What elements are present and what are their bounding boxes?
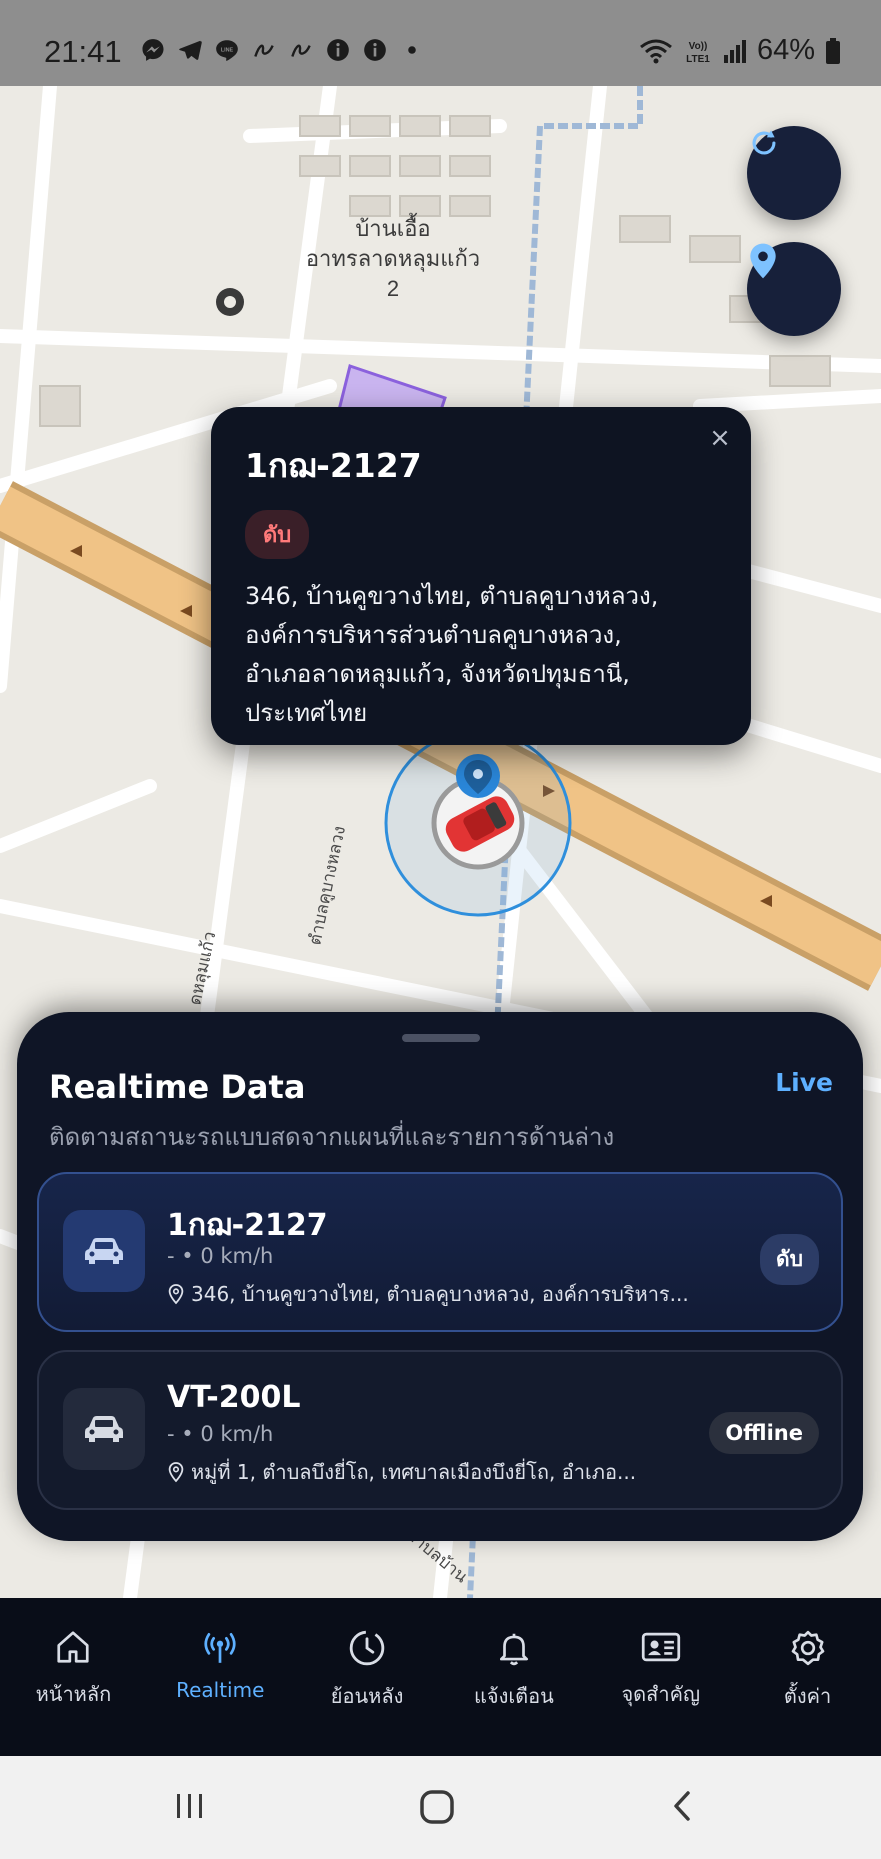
vehicle-status-badge: Offline [709,1412,819,1454]
nav-item-alerts[interactable]: แจ้งเตือน [440,1598,587,1756]
locate-button[interactable] [747,242,841,336]
status-bar: 21:41 LINE Vo)) LTE1 64% [0,0,881,86]
close-icon: × [709,423,731,453]
nav-label: Realtime [176,1678,265,1702]
popup-close-button[interactable]: × [703,421,737,455]
broadcast-icon [204,1632,236,1663]
info-icon [327,39,349,61]
sheet-subtitle: ติดตามสถานะรถแบบสดจากแผนที่และรายการด้าน… [49,1123,615,1151]
nav-label: ตั้งค่า [783,1684,832,1708]
refresh-icon [752,130,776,155]
info-icon [364,39,386,61]
popup-status-badge: ดับ [245,510,310,559]
vehicle-card[interactable]: VT-200L - • 0 km/h หมู่ที่ 1, ตำบลบึงยี่… [37,1350,843,1510]
sheet-drag-handle[interactable] [402,1034,480,1042]
location-pin-icon [168,1462,184,1483]
vehicle-card[interactable]: 1กฌ-2127 - • 0 km/h 346, บ้านคูขวางไทย, … [37,1172,843,1332]
dot-icon [408,46,416,54]
sheet-title: Realtime Data [49,1068,306,1106]
home-icon [57,1631,90,1663]
messenger-icon [142,39,164,61]
history-icon [349,1630,385,1666]
popup-address: 346, บ้านคูขวางไทย, ตำบลคูบางหลวง, องค์ก… [245,577,717,733]
battery-icon [826,37,840,64]
live-indicator: Live [775,1068,833,1097]
popup-address-line: องค์การบริหารส่วนตำบลคูบางหลวง, [245,621,622,649]
popup-address-line: ประเทศไทย [245,699,368,727]
id-card-icon [641,1632,680,1662]
nav-item-history[interactable]: ย้อนหลัง [294,1598,441,1756]
nav-item-realtime[interactable]: Realtime [147,1598,294,1756]
notification-icons: LINE [140,37,425,63]
nav-item-settings[interactable]: ตั้งค่า [734,1598,881,1756]
realtime-sheet: Realtime Data Live ติดตามสถานะรถแบบสดจาก… [17,1012,863,1541]
recents-icon[interactable] [172,1788,208,1824]
refresh-button[interactable] [747,126,841,220]
line-icon: LINE [216,40,238,61]
app-icon [254,44,274,57]
map-label-building-3: 2 [387,276,399,301]
vehicle-address: 346, บ้านคูขวางไทย, ตำบลคูบางหลวง, องค์ก… [167,1278,689,1310]
car-icon [85,1238,123,1264]
vehicle-speed: - • 0 km/h [167,1422,274,1446]
nav-item-places[interactable]: จุดสำคัญ [587,1598,734,1756]
map-label-building-2: อาทรลาดหลุมแก้ว [306,246,480,272]
vehicle-status-badge: ดับ [760,1234,819,1285]
vehicle-name: VT-200L [167,1380,301,1415]
svg-text:Vo)): Vo)) [689,41,708,52]
map-label-road-1: ตำบลคูบางหลวง [305,824,350,947]
nav-label: หน้าหลัก [35,1682,112,1706]
app-icon [291,44,311,57]
status-right: Vo)) LTE1 64% [639,34,841,67]
vehicle-speed: - • 0 km/h [167,1244,274,1268]
svg-text:LINE: LINE [221,48,234,54]
volte-icon: Vo)) LTE1 [686,41,710,65]
popup-title: 1กฌ-2127 [245,446,422,485]
signal-icon [723,39,746,63]
map-label-building-1: บ้านเอื้อ [355,213,430,241]
location-pin-icon [750,243,776,279]
gear-icon [791,1630,824,1666]
vehicle-icon-box [63,1388,145,1470]
vehicle-icon-box [63,1210,145,1292]
vehicle-name: 1กฌ-2127 [167,1208,328,1243]
location-pin-icon [168,1284,184,1305]
back-icon[interactable] [668,1788,698,1824]
bottom-nav: หน้าหลัก Realtime ย้อนหลัง แจ้งเตือน จุด… [0,1598,881,1756]
nav-label: ย้อนหลัง [330,1684,404,1708]
home-circle-icon[interactable] [418,1788,456,1826]
nav-label: จุดสำคัญ [621,1682,701,1706]
battery-percent: 64% [756,34,815,66]
popup-address-line: 346, บ้านคูขวางไทย, ตำบลคูบางหลวง, [245,582,659,610]
vehicle-popup: × 1กฌ-2127 ดับ 346, บ้านคูขวางไทย, ตำบลค… [211,407,751,745]
telegram-icon [179,40,202,60]
system-nav-bar [0,1756,881,1859]
nav-label: แจ้งเตือน [473,1684,554,1708]
vehicle-address-text: หมู่ที่ 1, ตำบลบึงยี่โถ, เทศบาลเมืองบึงย… [191,1460,637,1484]
car-icon [85,1416,123,1442]
wifi-icon [640,39,672,63]
bell-icon [499,1633,528,1666]
status-time: 21:41 [44,34,122,69]
vehicle-address: หมู่ที่ 1, ตำบลบึงยี่โถ, เทศบาลเมืองบึงย… [167,1456,636,1488]
svg-text:LTE1: LTE1 [686,54,710,65]
popup-address-line: อำเภอลาดหลุมแก้ว, จังหวัดปทุมธานี, [245,660,630,688]
vehicle-address-text: 346, บ้านคูขวางไทย, ตำบลคูบางหลวง, องค์ก… [191,1282,689,1306]
nav-item-home[interactable]: หน้าหลัก [0,1598,147,1756]
